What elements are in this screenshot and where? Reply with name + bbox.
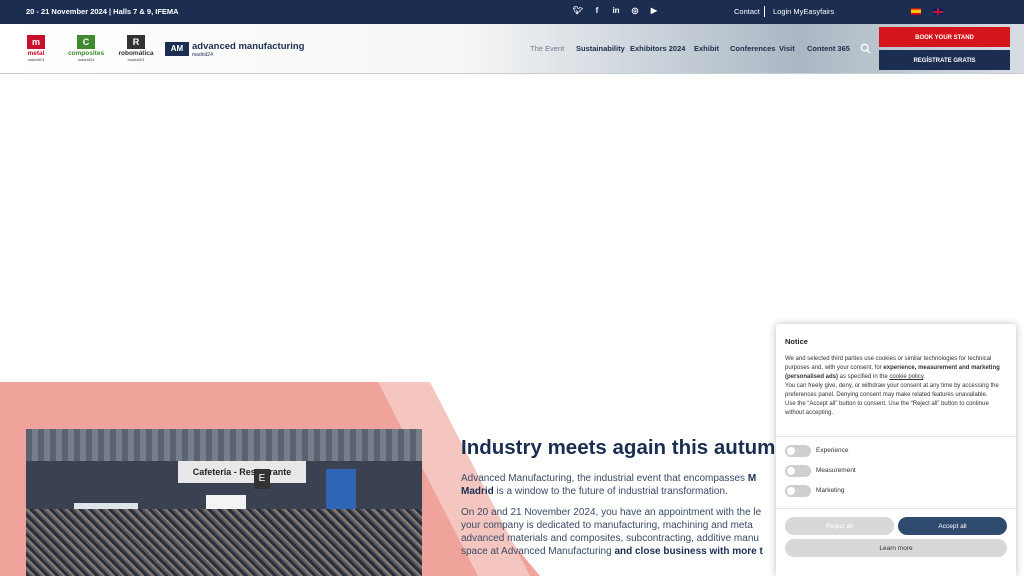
p1-text-a: Advanced Manufacturing, the industrial e… (461, 473, 748, 484)
cookie-text: as specified in the (838, 374, 890, 380)
photo-roof (26, 429, 422, 461)
am-logo-sub: madrid24 (192, 52, 213, 58)
instagram-icon[interactable]: ◎ (630, 6, 640, 16)
photo-booth: E (254, 469, 270, 489)
linkedin-icon[interactable]: in (611, 6, 621, 16)
cookie-body: We and selected third parties use cookie… (785, 355, 1009, 418)
experience-label: Experience (816, 447, 849, 454)
toggle-measurement[interactable]: Measurement (785, 465, 1009, 479)
composites-logo-name: composites (67, 50, 105, 57)
hero-paragraph-1: Advanced Manufacturing, the industrial e… (461, 472, 801, 498)
composites-logo-icon: C (77, 35, 95, 49)
robomatica-logo-sub: madrid24 (127, 57, 145, 62)
learn-more-button[interactable]: Learn more (785, 539, 1007, 557)
p2-line-3: advanced materials and composites, subco… (461, 533, 759, 544)
top-bar: 20 - 21 November 2024 | Halls 7 & 9, IFE… (0, 0, 1024, 24)
p2-line-4-bold: and close business with more t (614, 546, 763, 557)
photo-crowd (26, 509, 422, 576)
composites-logo-sub: madrid24 (77, 57, 95, 62)
cookie-text: . (923, 374, 925, 380)
login-link[interactable]: Login MyEasyfairs (773, 7, 834, 16)
advanced-manufacturing-logo[interactable]: AM advanced manufacturing madrid24 (165, 41, 315, 59)
photo-booth (326, 469, 356, 509)
metal-logo-sub: madrid24 (27, 57, 45, 62)
metal-logo[interactable]: m metal madrid24 (24, 35, 48, 62)
robomatica-logo[interactable]: R robomática madrid24 (114, 35, 158, 62)
p1-text-b: M (747, 473, 757, 484)
main-header: m metal madrid24 C composites madrid24 R… (0, 24, 1024, 74)
social-links: 🐦︎ f in ◎ ▶ (573, 6, 659, 16)
book-stand-button[interactable]: BOOK YOUR STAND (879, 27, 1010, 47)
youtube-icon[interactable]: ▶ (649, 6, 659, 16)
measurement-toggle-switch[interactable] (785, 465, 811, 477)
am-logo-icon: AM (165, 42, 189, 56)
hero-title: Industry meets again this autum (461, 436, 776, 459)
cookie-title: Notice (785, 337, 808, 346)
uk-flag-icon[interactable] (933, 8, 943, 15)
nav-conferences[interactable]: Conferences (730, 44, 775, 53)
toggle-marketing[interactable]: Marketing (785, 485, 1009, 499)
contact-link[interactable]: Contact (734, 7, 760, 16)
measurement-label: Measurement (816, 467, 856, 474)
cookie-divider (776, 508, 1016, 509)
register-free-button[interactable]: REGÍSTRATE GRATIS (879, 50, 1010, 70)
search-icon[interactable] (860, 43, 871, 54)
cookie-notice: Notice We and selected third parties use… (776, 324, 1016, 576)
robomatica-logo-icon: R (127, 35, 145, 49)
nav-exhibitors-2024[interactable]: Exhibitors 2024 (630, 44, 685, 53)
experience-toggle-switch[interactable] (785, 445, 811, 457)
nav-exhibit[interactable]: Exhibit (694, 44, 719, 53)
hero-paragraph-2: On 20 and 21 November 2024, you have an … (461, 506, 801, 558)
cookie-text: You can freely give, deny, or withdraw y… (785, 383, 999, 398)
twitter-icon[interactable]: 🐦︎ (573, 6, 583, 16)
p1-text-d: is a window to the future of industrial … (493, 486, 728, 497)
toggle-experience[interactable]: Experience (785, 445, 1009, 459)
nav-the-event[interactable]: The Event (530, 44, 564, 53)
nav-content-365[interactable]: Content 365 (807, 44, 850, 53)
am-logo-name: advanced manufacturing (192, 41, 305, 52)
cookie-divider (776, 436, 1016, 437)
event-info: 20 - 21 November 2024 | Halls 7 & 9, IFE… (26, 7, 179, 16)
p2-line-2: your company is dedicated to manufacturi… (461, 520, 753, 531)
composites-logo[interactable]: C composites madrid24 (64, 35, 108, 62)
reject-all-button[interactable]: Reject all (785, 517, 894, 535)
p1-text-c: Madrid (461, 486, 494, 497)
photo-cafeteria-sign: Cafeteria - Restaurante (178, 461, 306, 483)
exhibition-hall-photo: Cafeteria - Restaurante E (26, 429, 422, 576)
cookie-text: Use the “Accept all” button to consent. … (785, 401, 989, 416)
accept-all-button[interactable]: Accept all (898, 517, 1007, 535)
marketing-label: Marketing (816, 487, 845, 494)
cookie-policy-link[interactable]: cookie policy (889, 374, 923, 380)
metal-logo-icon: m (27, 35, 45, 49)
metal-logo-name: metal (27, 50, 45, 57)
p2-line-1: On 20 and 21 November 2024, you have an … (461, 507, 762, 518)
nav-sustainability[interactable]: Sustainability (576, 44, 625, 53)
spain-flag-icon[interactable] (911, 8, 921, 15)
marketing-toggle-switch[interactable] (785, 485, 811, 497)
robomatica-logo-name: robomática (118, 50, 154, 57)
nav-visit[interactable]: Visit (779, 44, 795, 53)
p2-line-4: space at Advanced Manufacturing (461, 546, 615, 557)
facebook-icon[interactable]: f (592, 6, 602, 16)
divider (764, 6, 765, 17)
